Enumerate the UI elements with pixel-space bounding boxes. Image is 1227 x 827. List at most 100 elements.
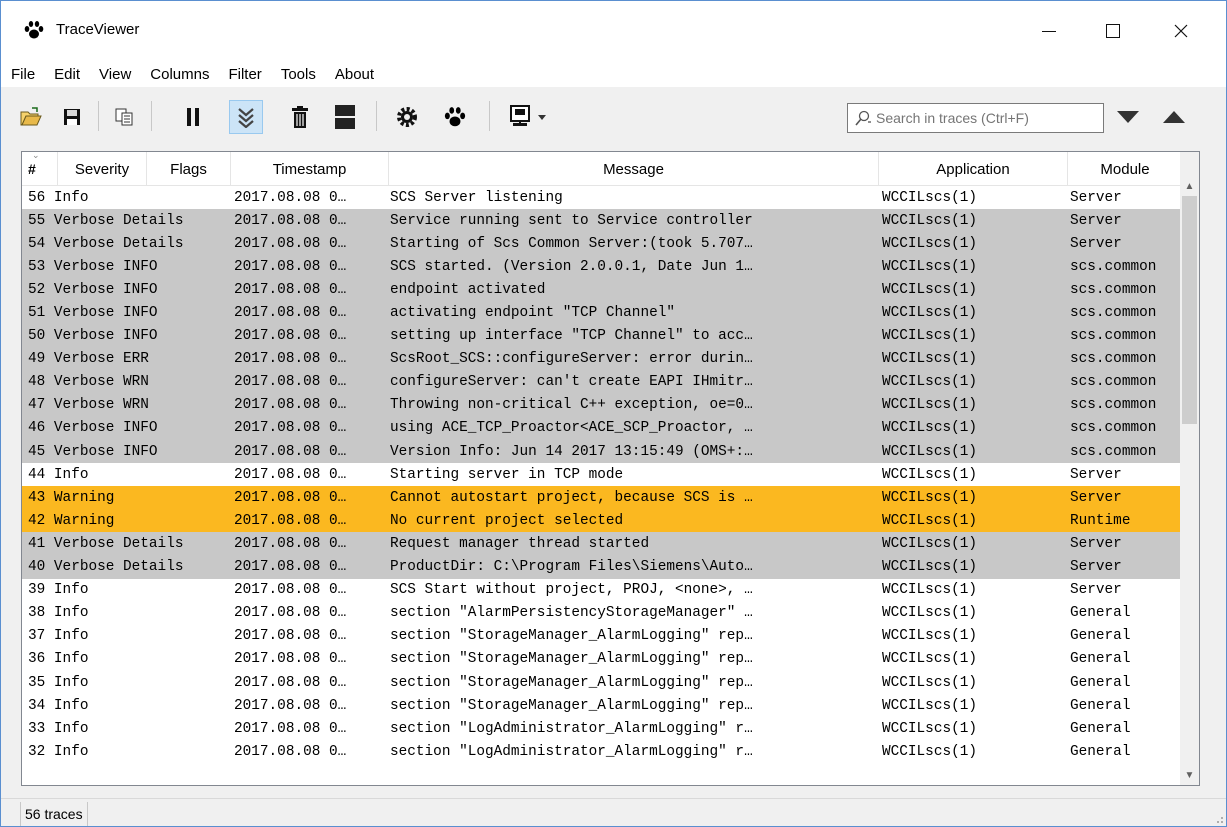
cell-severity: Info: [53, 743, 89, 760]
cell-module: Server: [1070, 535, 1122, 552]
table-row[interactable]: 51 Verbose INFO 2017.08.08 0… activating e…: [22, 301, 1182, 325]
cell-id-severity-flags: 53 Verbose INFO: [28, 259, 234, 275]
table-row[interactable]: 43 Warning 2017.08.08 0… Cannot autostart…: [22, 486, 1182, 510]
table-row[interactable]: 42 Warning 2017.08.08 0… No current proje…: [22, 509, 1182, 533]
column-header-message[interactable]: Message: [389, 152, 879, 186]
table-row[interactable]: 48 Verbose WRN 2017.08.08 0… configureServ…: [22, 370, 1182, 394]
cell-timestamp: 2017.08.08 0…: [234, 512, 347, 529]
menu-view[interactable]: View: [97, 66, 133, 83]
cell-timestamp: 2017.08.08 0…: [234, 628, 347, 645]
menu-about[interactable]: About: [333, 66, 376, 83]
table-row[interactable]: 56 Info 2017.08.08 0… SCS Server listenin…: [22, 186, 1182, 209]
cell-application: WCCILscs(1): [882, 351, 977, 368]
cell-id: 56: [28, 189, 46, 206]
table-row[interactable]: 35 Info 2017.08.08 0… section "StorageMan…: [22, 671, 1182, 694]
find-next-down-icon: [1117, 111, 1139, 123]
menu-tools[interactable]: Tools: [279, 66, 318, 83]
scroll-up-icon[interactable]: ▲: [1180, 176, 1199, 196]
cell-id: 54: [28, 235, 46, 252]
search-field[interactable]: [847, 103, 1104, 133]
cell-id: 53: [28, 258, 46, 275]
pause-button[interactable]: [176, 100, 210, 134]
search-input[interactable]: [876, 110, 1096, 126]
table-row[interactable]: 49 Verbose ERR 2017.08.08 0… ScsRoot_SCS::…: [22, 347, 1182, 371]
cell-application: WCCILscs(1): [882, 489, 977, 506]
column-header-module[interactable]: Module: [1068, 152, 1182, 186]
menu-file[interactable]: File: [9, 66, 37, 83]
table-row[interactable]: 53 Verbose INFO 2017.08.08 0… SCS started.…: [22, 255, 1182, 279]
table-row[interactable]: 45 Verbose INFO 2017.08.08 0… Version Info…: [22, 440, 1182, 464]
autoscroll-button[interactable]: [229, 100, 263, 134]
cell-id: 41: [28, 535, 46, 552]
menu-columns[interactable]: Columns: [148, 66, 211, 83]
cell-message: Service running sent to Service controll…: [390, 212, 753, 229]
autoscroll-icon: [238, 108, 254, 128]
column-header-application[interactable]: Application: [879, 152, 1068, 186]
cell-severity: Info: [53, 466, 89, 483]
table-row[interactable]: 47 Verbose WRN 2017.08.08 0… Throwing non-…: [22, 393, 1182, 417]
settings-button[interactable]: [390, 100, 424, 134]
paw-button[interactable]: [438, 100, 472, 134]
table-row[interactable]: 34 Info 2017.08.08 0… section "StorageMan…: [22, 694, 1182, 717]
table-row[interactable]: 36 Info 2017.08.08 0… section "StorageMan…: [22, 648, 1182, 671]
cell-timestamp: 2017.08.08 0…: [234, 305, 347, 322]
resize-grip-icon[interactable]: [1212, 812, 1224, 824]
cell-module: scs.common: [1070, 305, 1157, 322]
close-button[interactable]: [1157, 1, 1205, 61]
cell-timestamp: 2017.08.08 0…: [234, 582, 347, 599]
column-header-severity[interactable]: Severity: [58, 152, 147, 186]
column-header-id[interactable]: ⌄ #: [22, 152, 58, 186]
table-row[interactable]: 44 Info 2017.08.08 0… Starting server in …: [22, 463, 1182, 486]
cell-severity: Verbose: [53, 443, 115, 460]
title-bar: TraceViewer: [1, 1, 1226, 61]
copy-button[interactable]: [107, 100, 141, 134]
cell-id-severity-flags: 52 Verbose INFO: [28, 282, 234, 298]
table-row[interactable]: 39 Info 2017.08.08 0… SCS Start without p…: [22, 579, 1182, 602]
cell-severity: Verbose: [53, 328, 115, 345]
cell-application: WCCILscs(1): [882, 559, 977, 576]
cell-timestamp: 2017.08.08 0…: [234, 651, 347, 668]
table-row[interactable]: 33 Info 2017.08.08 0… section "LogAdminis…: [22, 717, 1182, 740]
cell-id: 43: [28, 489, 46, 506]
cell-id: 37: [28, 628, 46, 645]
menu-edit[interactable]: Edit: [52, 66, 82, 83]
maximize-button[interactable]: [1089, 1, 1137, 61]
cell-severity: Verbose: [53, 258, 115, 275]
cell-message: SCS Start without project, PROJ, <none>,…: [390, 582, 753, 599]
table-row[interactable]: 32 Info 2017.08.08 0… section "LogAdminis…: [22, 740, 1182, 763]
find-next-button[interactable]: [1111, 100, 1145, 134]
cell-message: Version Info: Jun 14 2017 13:15:49 (OMS+…: [390, 443, 753, 460]
save-button[interactable]: [55, 100, 89, 134]
scroll-down-icon[interactable]: ▼: [1180, 765, 1199, 785]
cell-severity: Verbose: [53, 212, 115, 229]
table-row[interactable]: 38 Info 2017.08.08 0… section "AlarmPersi…: [22, 602, 1182, 625]
table-row[interactable]: 52 Verbose INFO 2017.08.08 0… endpoint act…: [22, 278, 1182, 302]
column-header-timestamp[interactable]: Timestamp: [231, 152, 389, 186]
open-button[interactable]: [14, 100, 48, 134]
cell-message: setting up interface "TCP Channel" to ac…: [390, 328, 753, 345]
minimize-button[interactable]: [1025, 1, 1073, 61]
table-row[interactable]: 55 Verbose Details 2017.08.08 0… Service r…: [22, 209, 1182, 233]
cell-timestamp: 2017.08.08 0…: [234, 328, 347, 345]
table-row[interactable]: 40 Verbose Details 2017.08.08 0… ProductDi…: [22, 555, 1182, 579]
cell-severity: Info: [53, 651, 89, 668]
vertical-scrollbar[interactable]: ▲ ▼: [1180, 152, 1199, 785]
monitor-dropdown-button[interactable]: [503, 100, 553, 134]
menu-filter[interactable]: Filter: [226, 66, 263, 83]
split-view-icon: [335, 105, 355, 129]
table-row[interactable]: 54 Verbose Details 2017.08.08 0… Starting …: [22, 232, 1182, 256]
table-row[interactable]: 46 Verbose INFO 2017.08.08 0… using ACE_TC…: [22, 416, 1182, 441]
cell-timestamp: 2017.08.08 0…: [234, 489, 347, 506]
table-row[interactable]: 37 Info 2017.08.08 0… section "StorageMan…: [22, 625, 1182, 648]
find-prev-button[interactable]: [1157, 100, 1191, 134]
column-header-flags[interactable]: Flags: [147, 152, 231, 186]
clear-button[interactable]: [283, 100, 317, 134]
table-row[interactable]: 50 Verbose INFO 2017.08.08 0… setting up i…: [22, 324, 1182, 348]
scrollbar-thumb[interactable]: [1182, 196, 1197, 424]
split-view-button[interactable]: [328, 100, 362, 134]
cell-timestamp: 2017.08.08 0…: [234, 466, 347, 483]
cell-module: Server: [1070, 212, 1122, 229]
table-row[interactable]: 41 Verbose Details 2017.08.08 0… Request m…: [22, 532, 1182, 556]
cell-module: scs.common: [1070, 420, 1157, 437]
cell-id-severity-flags: 46 Verbose INFO: [28, 420, 234, 436]
